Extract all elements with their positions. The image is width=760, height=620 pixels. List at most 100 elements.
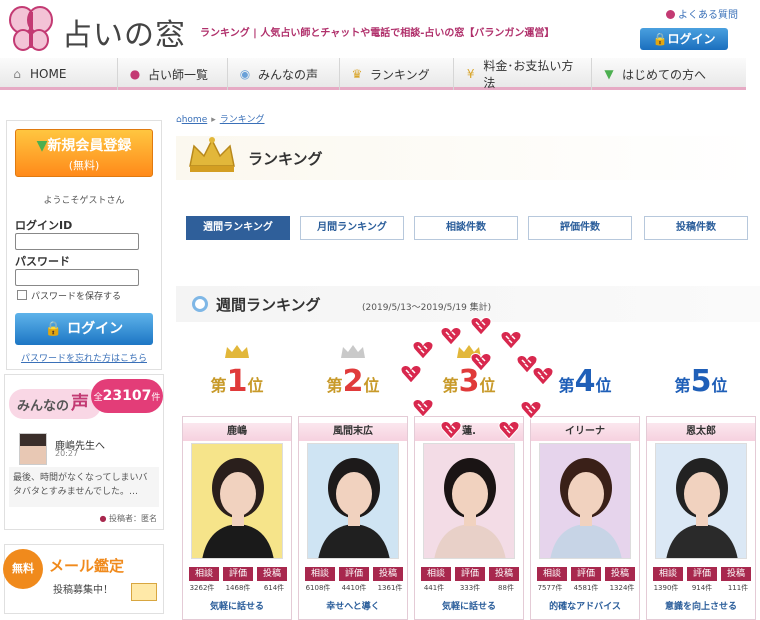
rating-count: 4410件	[341, 584, 367, 592]
password-input[interactable]	[15, 269, 139, 286]
consult-count: 441件	[423, 584, 445, 592]
circle-icon	[192, 296, 208, 312]
crown-icon	[225, 345, 249, 358]
sidebar-login-button[interactable]: 🔒 ログイン	[15, 313, 153, 345]
welcome-text: ようこそゲストさん	[43, 196, 125, 206]
breadcrumb-current[interactable]: ランキング	[220, 115, 265, 125]
fortune-teller-catchphrase[interactable]: 気軽に話せる	[183, 599, 291, 612]
lock-icon: 🔒	[652, 32, 668, 46]
nav-voices[interactable]: ◉ みんなの声	[228, 58, 340, 90]
nav-beginners[interactable]: ▼ はじめての方へ	[592, 58, 746, 90]
heart-icon	[500, 330, 522, 350]
faq-link[interactable]: よくある質問	[666, 6, 738, 21]
tab-posts[interactable]: 投稿件数	[644, 216, 748, 240]
stat-badges: 相談 評価 投稿	[537, 567, 635, 581]
tab-consultations[interactable]: 相談件数	[414, 216, 518, 240]
free-badge: 無料	[3, 549, 43, 589]
rank-label: 第5位	[674, 364, 728, 399]
stat-numbers: 6108件 4410件 1361件	[301, 583, 407, 593]
consult-count: 3262件	[189, 584, 215, 592]
heart-icon	[532, 366, 554, 386]
ranking-tabs: 週間ランキング 月間ランキング 相談件数 評価件数 投稿件数	[186, 216, 760, 242]
rank-label: 第2位	[326, 364, 380, 399]
lock-icon: 🔒	[44, 321, 63, 337]
save-password-checkbox[interactable]: パスワードを保存する	[17, 289, 121, 302]
consult-badge: 相談	[653, 567, 683, 581]
heart-icon	[498, 420, 520, 440]
site-tagline: ランキング | 人気占い師とチャットや電話で相談-占いの窓【バランガン運営】	[200, 28, 555, 39]
fortune-teller-catchphrase[interactable]: 幸せへと導く	[299, 599, 407, 612]
avatar[interactable]	[19, 433, 47, 465]
fortune-teller-photo[interactable]	[423, 443, 515, 559]
posts-count: 1324件	[609, 584, 635, 592]
fortune-teller-name[interactable]: 風間末広	[299, 423, 407, 441]
rating-count: 1468件	[225, 584, 251, 592]
posts-count: 111件	[727, 584, 749, 592]
fortune-teller-photo[interactable]	[539, 443, 631, 559]
consult-badge: 相談	[189, 567, 219, 581]
nav-ranking[interactable]: ♛ ランキング	[340, 58, 454, 90]
site-logo-text[interactable]: 占いの窓	[62, 10, 186, 54]
fortune-teller-catchphrase[interactable]: 気軽に話せる	[415, 599, 523, 612]
nav-pricing[interactable]: ¥ 料金･お支払い方法	[454, 58, 592, 90]
stat-badges: 相談 評価 投稿	[305, 567, 403, 581]
heart-icon	[470, 316, 492, 336]
rating-badge: 評価	[455, 567, 485, 581]
fortune-teller-catchphrase[interactable]: 的確なアドバイス	[531, 599, 639, 612]
posts-badge: 投稿	[373, 567, 403, 581]
fortune-teller-name[interactable]: 鹿嶋	[183, 423, 291, 441]
fortune-teller-card[interactable]: 鹿嶋 相談 評価 投稿 3262件 1468件 614件 気軽に話せる	[182, 416, 292, 620]
portrait-image	[318, 458, 390, 558]
heart-icon	[440, 326, 462, 346]
voice-time: 20:27	[55, 449, 79, 458]
header-login-button[interactable]: 🔒ログイン	[640, 28, 728, 50]
fortune-teller-catchphrase[interactable]: 意識を向上させる	[647, 599, 755, 612]
envelope-icon	[131, 583, 157, 601]
voice-poster: ● 投稿者：匿名	[99, 514, 157, 523]
rating-count: 333件	[459, 584, 481, 592]
heart-icon	[440, 420, 462, 440]
site-header: 占いの窓 ランキング | 人気占い師とチャットや電話で相談-占いの窓【バランガン…	[0, 0, 760, 58]
beginner-mark-icon: ▼	[604, 67, 614, 81]
fortune-teller-photo[interactable]	[307, 443, 399, 559]
stat-badges: 相談 評価 投稿	[421, 567, 519, 581]
portrait-image	[666, 458, 738, 558]
crown-icon: ♛	[351, 67, 363, 81]
stat-numbers: 3262件 1468件 614件	[185, 583, 291, 593]
portrait-image	[434, 458, 506, 558]
chevron-right-icon: ▸	[211, 115, 216, 125]
fortune-teller-card[interactable]: 蓮. 相談 評価 投稿 441件 333件 88件 気軽に話せる	[414, 416, 524, 620]
rating-badge: 評価	[687, 567, 717, 581]
nav-fortune-tellers[interactable]: ● 占い師一覧	[118, 58, 228, 90]
heart-icon	[400, 364, 422, 384]
weekly-title: 週間ランキング	[216, 296, 321, 314]
tab-ratings[interactable]: 評価件数	[528, 216, 632, 240]
beginner-mark-icon: ▼	[36, 138, 48, 154]
forgot-password-link[interactable]: パスワードを忘れた方はこちら	[7, 351, 161, 364]
tab-weekly[interactable]: 週間ランキング	[186, 216, 290, 240]
fortune-teller-name[interactable]: 恩太郎	[647, 423, 755, 441]
fortune-teller-name[interactable]: イリーナ	[531, 423, 639, 441]
register-button[interactable]: ▼新規会員登録 (無料)	[15, 129, 153, 177]
bullet-icon	[666, 10, 675, 19]
heart-icon	[412, 398, 434, 418]
fortune-teller-photo[interactable]	[191, 443, 283, 559]
voice-message[interactable]: 最後、時間がなくなってしまいバタバタとすみませんでした。…	[9, 467, 159, 507]
tab-monthly[interactable]: 月間ランキング	[300, 216, 404, 240]
fortune-teller-card[interactable]: 恩太郎 相談 評価 投稿 1390件 914件 111件 意識を向上させる	[646, 416, 756, 620]
nav-home[interactable]: ⌂ HOME	[0, 58, 118, 90]
posts-badge: 投稿	[721, 567, 751, 581]
crown-icon	[341, 345, 365, 358]
page-title: ランキング	[248, 150, 323, 168]
page-title-bar: ランキング	[176, 136, 760, 180]
fortune-teller-card[interactable]: イリーナ 相談 評価 投稿 7577件 4581件 1324件 的確なアドバイス	[530, 416, 640, 620]
rating-count: 914件	[691, 584, 713, 592]
mail-reading-banner[interactable]: 無料 メール鑑定 投稿募集中！	[3, 544, 164, 614]
fortune-teller-photo[interactable]	[655, 443, 747, 559]
heart-icon	[470, 352, 492, 372]
butterfly-logo-icon[interactable]	[8, 4, 54, 52]
fortune-teller-card[interactable]: 風間末広 相談 評価 投稿 6108件 4410件 1361件 幸せへと導く	[298, 416, 408, 620]
login-id-input[interactable]	[15, 233, 139, 250]
breadcrumb-home[interactable]: home	[182, 115, 208, 125]
person-icon: ●	[129, 67, 141, 81]
